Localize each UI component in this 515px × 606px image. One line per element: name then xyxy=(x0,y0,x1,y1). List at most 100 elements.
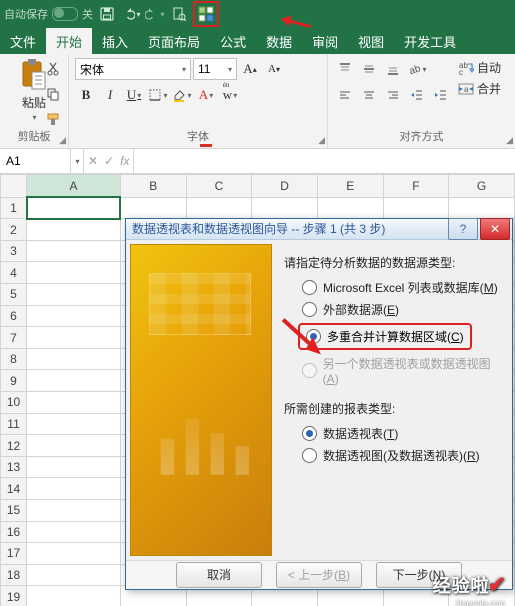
cell[interactable] xyxy=(27,521,121,543)
cell[interactable] xyxy=(27,370,121,392)
cell[interactable] xyxy=(27,586,121,606)
cell[interactable] xyxy=(27,499,121,521)
row-header[interactable]: 3 xyxy=(1,240,27,262)
row-header[interactable]: 14 xyxy=(1,478,27,500)
cell[interactable] xyxy=(186,197,252,219)
orientation-icon[interactable]: ab▾ xyxy=(406,58,428,80)
redo-icon[interactable]: ▾ xyxy=(145,4,165,24)
cell[interactable] xyxy=(317,197,383,219)
row-header[interactable]: 5 xyxy=(1,284,27,306)
align-middle-icon[interactable] xyxy=(358,58,380,80)
row-header[interactable]: 9 xyxy=(1,370,27,392)
radio-pivot-table[interactable]: 数据透视表(T) xyxy=(302,425,502,442)
row-header[interactable]: 10 xyxy=(1,392,27,414)
tab-view[interactable]: 视图 xyxy=(348,28,394,54)
close-button[interactable]: ✕ xyxy=(480,218,510,240)
align-right-icon[interactable] xyxy=(382,84,404,106)
row-header[interactable]: 4 xyxy=(1,262,27,284)
radio-multi-consolidation[interactable]: 多重合并计算数据区域(C) xyxy=(298,323,472,350)
cell[interactable] xyxy=(27,478,121,500)
cell[interactable] xyxy=(27,305,121,327)
column-header[interactable]: G xyxy=(449,175,515,198)
cell[interactable] xyxy=(449,197,515,219)
cell[interactable] xyxy=(27,435,121,457)
cell[interactable] xyxy=(27,327,121,349)
row-header[interactable]: 8 xyxy=(1,348,27,370)
row-header[interactable]: 6 xyxy=(1,305,27,327)
tab-file[interactable]: 文件 xyxy=(0,28,46,54)
fx-icon[interactable]: fx xyxy=(120,154,129,168)
decrease-indent-icon[interactable] xyxy=(406,84,428,106)
formula-input[interactable] xyxy=(134,149,515,173)
row-header[interactable]: 1 xyxy=(1,197,27,219)
save-icon[interactable] xyxy=(97,4,117,24)
undo-icon[interactable]: ▾ xyxy=(121,4,141,24)
tab-home[interactable]: 开始 xyxy=(46,28,92,54)
cell[interactable] xyxy=(27,413,121,435)
align-bottom-icon[interactable] xyxy=(382,58,404,80)
pivot-wizard-icon[interactable] xyxy=(193,1,219,27)
tab-insert[interactable]: 插入 xyxy=(92,28,138,54)
name-box[interactable]: A1 xyxy=(0,149,71,173)
shrink-font-icon[interactable]: A▾ xyxy=(263,58,285,80)
row-header[interactable]: 16 xyxy=(1,521,27,543)
italic-button[interactable]: I xyxy=(99,84,121,106)
cell[interactable] xyxy=(120,197,186,219)
dialog-launcher-icon[interactable]: ◢ xyxy=(506,135,513,146)
dialog-titlebar[interactable]: 数据透视表和数据透视图向导 -- 步骤 1 (共 3 步) ? ✕ xyxy=(126,219,512,240)
cell[interactable] xyxy=(252,197,318,219)
wrap-text-button[interactable]: abc 自动 xyxy=(456,58,503,77)
underline-button[interactable]: U▾ xyxy=(123,84,145,106)
bold-button[interactable]: B xyxy=(75,84,97,106)
align-center-icon[interactable] xyxy=(358,84,380,106)
row-header[interactable]: 17 xyxy=(1,543,27,565)
cut-icon[interactable] xyxy=(42,58,64,80)
tab-developer[interactable]: 开发工具 xyxy=(394,28,466,54)
help-button[interactable]: ? xyxy=(448,218,478,240)
column-header[interactable]: D xyxy=(252,175,318,198)
column-header[interactable]: A xyxy=(27,175,121,198)
cell[interactable] xyxy=(27,564,121,586)
cell[interactable] xyxy=(27,219,121,241)
row-header[interactable]: 7 xyxy=(1,327,27,349)
cell[interactable] xyxy=(27,348,121,370)
align-left-icon[interactable] xyxy=(334,84,356,106)
dialog-launcher-icon[interactable]: ◢ xyxy=(318,135,325,146)
print-preview-icon[interactable] xyxy=(169,4,189,24)
column-header[interactable]: F xyxy=(383,175,449,198)
tab-review[interactable]: 审阅 xyxy=(302,28,348,54)
fill-color-button[interactable]: ▾ xyxy=(171,84,193,106)
tab-data[interactable]: 数据 xyxy=(256,28,302,54)
row-header[interactable]: 2 xyxy=(1,219,27,241)
autosave-toggle[interactable]: 自动保存 关 xyxy=(4,6,93,22)
align-top-icon[interactable] xyxy=(334,58,356,80)
copy-icon[interactable] xyxy=(42,83,64,105)
cell[interactable] xyxy=(27,543,121,565)
merge-button[interactable]: a 合并 xyxy=(456,79,503,98)
row-header[interactable]: 11 xyxy=(1,413,27,435)
cell[interactable] xyxy=(27,284,121,306)
cell[interactable] xyxy=(27,240,121,262)
tab-layout[interactable]: 页面布局 xyxy=(138,28,210,54)
cell[interactable] xyxy=(27,456,121,478)
name-box-dropdown[interactable]: ▾ xyxy=(71,149,84,173)
select-all-corner[interactable] xyxy=(1,175,27,198)
radio-excel-list[interactable]: Microsoft Excel 列表或数据库(M) xyxy=(302,279,502,296)
increase-indent-icon[interactable] xyxy=(430,84,452,106)
cell[interactable] xyxy=(27,262,121,284)
font-name-combo[interactable]: 宋体▾ xyxy=(75,58,191,80)
format-painter-icon[interactable] xyxy=(42,108,64,130)
row-header[interactable]: 19 xyxy=(1,586,27,606)
cell[interactable] xyxy=(383,197,449,219)
phonetic-button[interactable]: wén▾ xyxy=(219,84,241,106)
column-header[interactable]: C xyxy=(186,175,252,198)
column-header[interactable]: B xyxy=(120,175,186,198)
grow-font-icon[interactable]: A▴ xyxy=(239,58,261,80)
font-color-button[interactable]: A▾ xyxy=(195,84,217,106)
dialog-launcher-icon[interactable]: ◢ xyxy=(59,135,66,146)
radio-pivot-chart[interactable]: 数据透视图(及数据透视表)(R) xyxy=(302,447,502,464)
font-size-combo[interactable]: 11▾ xyxy=(193,58,237,80)
border-button[interactable]: ▾ xyxy=(147,84,169,106)
tab-formulas[interactable]: 公式 xyxy=(210,28,256,54)
radio-external[interactable]: 外部数据源(E) xyxy=(302,301,502,318)
